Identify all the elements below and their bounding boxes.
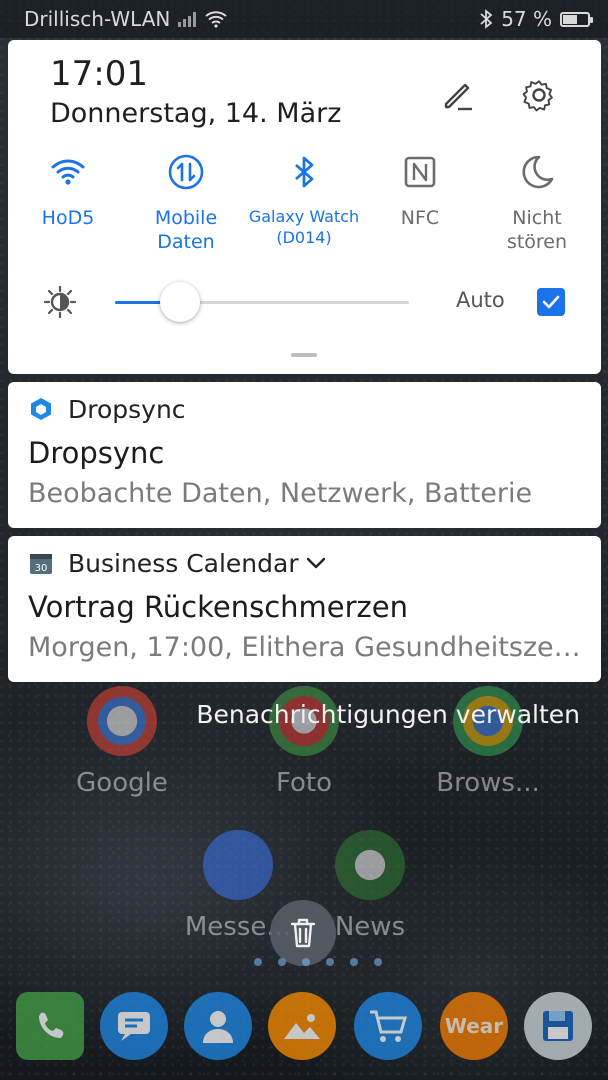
tile-do-not-disturb[interactable]: Nicht stören xyxy=(477,152,597,254)
checkmark-icon xyxy=(542,295,560,309)
bluetooth-status-icon xyxy=(480,9,493,29)
home-app-label: Google xyxy=(76,768,168,798)
notification-app-name: Dropsync xyxy=(68,394,186,424)
phone-icon[interactable] xyxy=(16,992,84,1060)
signal-strength-icon xyxy=(178,11,197,27)
tile-label: Nicht stören xyxy=(506,207,568,253)
brightness-slider[interactable] xyxy=(115,282,409,322)
store-icon[interactable] xyxy=(354,992,422,1060)
battery-icon xyxy=(560,11,593,27)
home-app-label: Brows... xyxy=(436,768,540,798)
tile-mobile-data[interactable]: Mobile Daten xyxy=(126,152,246,254)
notification-app-header: Dropsync xyxy=(28,392,186,426)
bluetooth-icon xyxy=(295,156,314,188)
wifi-status-icon xyxy=(205,11,228,28)
wear-app-icon[interactable]: Wear xyxy=(440,992,508,1060)
svg-text:30: 30 xyxy=(35,563,48,574)
gallery-icon[interactable] xyxy=(268,992,336,1060)
quick-settings-panel: 17:01 Donnerstag, 14. März HoD5 Mobile D… xyxy=(8,40,601,374)
auto-brightness-checkbox[interactable] xyxy=(537,288,565,316)
dropsync-icon xyxy=(31,398,51,420)
status-bar: Drillisch-WLAN 57 % xyxy=(0,0,608,38)
notification-title: Dropsync xyxy=(28,436,165,470)
trash-icon xyxy=(290,918,316,948)
notification-business-calendar[interactable]: 30 Business Calendar Vortrag Rückenschme… xyxy=(8,536,601,682)
tile-label: Mobile Daten xyxy=(154,207,218,253)
dock: Wear xyxy=(0,988,608,1068)
mobile-data-icon xyxy=(168,154,204,190)
tile-wifi[interactable]: HoD5 xyxy=(8,152,128,230)
google-icon xyxy=(87,686,157,756)
calendar-icon: 30 xyxy=(30,554,52,574)
carrier-name: Drillisch-WLAN xyxy=(24,7,171,31)
page-indicator xyxy=(254,958,382,966)
wear-label: Wear xyxy=(444,1014,504,1038)
gear-icon[interactable] xyxy=(520,76,558,114)
notification-dropsync[interactable]: Dropsync Dropsync Beobachte Daten, Netzw… xyxy=(8,382,601,528)
clear-all-button[interactable] xyxy=(270,900,336,966)
notification-text: Morgen, 17:00, Elithera Gesundheitszentr… xyxy=(28,632,583,663)
home-app-google[interactable]: Google xyxy=(52,686,192,798)
signal-messenger-icon xyxy=(203,830,273,900)
notification-title: Vortrag Rückenschmerzen xyxy=(28,590,408,624)
tile-label: HoD5 xyxy=(41,207,95,229)
moon-icon xyxy=(522,155,554,189)
brightness-slider-thumb[interactable] xyxy=(159,282,200,322)
date-label[interactable]: Donnerstag, 14. März xyxy=(50,98,341,129)
notification-text: Beobachte Daten, Netzwerk, Batterie xyxy=(28,478,533,509)
edit-pencil-icon[interactable] xyxy=(440,78,476,114)
battery-percent: 57 % xyxy=(501,7,552,31)
notification-app-name: Business Calendar xyxy=(68,548,299,578)
manage-notifications-link[interactable]: Benachrichtigungen verwalten xyxy=(196,700,580,729)
panel-drag-handle[interactable] xyxy=(291,353,317,357)
tile-label: Galaxy Watch (D014) xyxy=(248,207,360,247)
home-app-label: Foto xyxy=(275,768,333,798)
auto-brightness-label: Auto xyxy=(456,288,505,312)
clock[interactable]: 17:01 xyxy=(50,54,148,94)
tile-label: NFC xyxy=(400,207,440,229)
wifi-icon xyxy=(51,159,85,185)
quick-tiles: HoD5 Mobile Daten Galaxy Watch (D014) NF… xyxy=(8,152,601,282)
brightness-row: Auto xyxy=(8,282,601,322)
contacts-icon[interactable] xyxy=(184,992,252,1060)
chevron-down-icon[interactable] xyxy=(305,556,327,570)
battery-level-fill xyxy=(563,14,577,24)
notification-app-header: 30 Business Calendar xyxy=(28,546,327,580)
tile-bluetooth[interactable]: Galaxy Watch (D014) xyxy=(244,152,364,248)
messages-icon[interactable] xyxy=(100,992,168,1060)
news-icon xyxy=(335,830,405,900)
save-icon[interactable] xyxy=(524,992,592,1060)
nfc-icon xyxy=(404,156,436,188)
tile-nfc[interactable]: NFC xyxy=(360,152,480,230)
brightness-sun-icon xyxy=(44,286,76,318)
